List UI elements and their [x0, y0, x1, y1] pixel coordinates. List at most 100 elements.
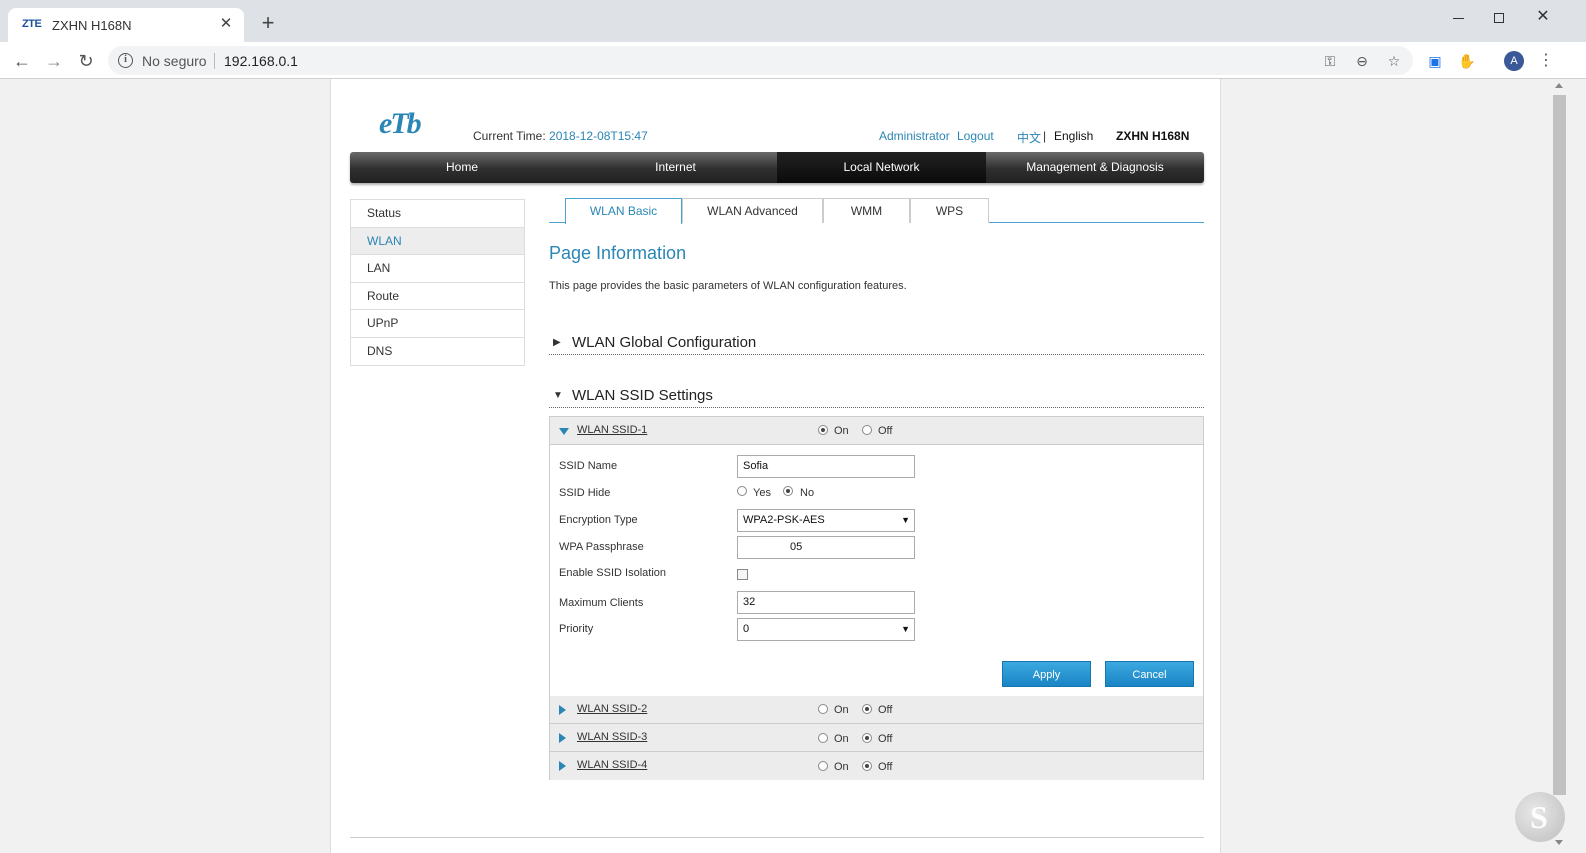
expand-triangle-icon[interactable]	[559, 733, 566, 743]
ssid-hide-no-radio[interactable]	[783, 486, 793, 496]
nav-management-diagnosis[interactable]: Management & Diagnosis	[986, 152, 1204, 183]
profile-avatar[interactable]: A	[1504, 51, 1524, 71]
section-wlan-global-config[interactable]: ▶ WLAN Global Configuration	[549, 325, 1204, 355]
expand-triangle-icon[interactable]	[559, 761, 566, 771]
browser-tab-bar: ZTE ZXHN H168N ✕ + ✕	[0, 0, 1586, 42]
ssid-row-2: WLAN SSID-2 On Off	[550, 696, 1203, 724]
nav-home[interactable]: Home	[350, 152, 574, 183]
tab-wlan-basic[interactable]: WLAN Basic	[565, 198, 682, 224]
section-title: WLAN SSID Settings	[572, 387, 713, 404]
ssid-name-input[interactable]: Sofia	[737, 455, 915, 478]
section-wlan-ssid-settings[interactable]: ▼ WLAN SSID Settings	[549, 378, 1204, 408]
priority-label: Priority	[559, 623, 594, 635]
ssid-isolation-checkbox[interactable]	[737, 569, 748, 580]
language-english-link[interactable]: English	[1054, 129, 1093, 143]
ssid-link[interactable]: WLAN SSID-3	[577, 731, 647, 743]
omnibox-divider	[214, 53, 215, 69]
ssid-off-radio[interactable]	[862, 733, 872, 743]
ssid-on-label: On	[834, 704, 849, 716]
browser-menu-icon[interactable]: ⋮	[1538, 50, 1554, 72]
new-tab-icon[interactable]: +	[258, 12, 278, 34]
expand-triangle-icon[interactable]	[559, 705, 566, 715]
ssid-link[interactable]: WLAN SSID-1	[577, 424, 647, 436]
scroll-down-icon[interactable]	[1555, 840, 1563, 845]
nav-internet[interactable]: Internet	[574, 152, 777, 183]
collapse-arrow-icon: ▼	[553, 390, 563, 401]
browser-tab[interactable]: ZTE ZXHN H168N ✕	[8, 8, 244, 42]
ssid-off-radio[interactable]	[862, 425, 872, 435]
tab-title: ZXHN H168N	[52, 18, 132, 33]
cast-extension-icon[interactable]: ▣	[1425, 51, 1445, 71]
minimize-icon	[1452, 17, 1464, 19]
dropdown-arrow-icon: ▼	[901, 624, 910, 634]
tab-wmm[interactable]: WMM	[823, 198, 910, 223]
window-maximize-button[interactable]	[1481, 6, 1517, 28]
ssid-on-label: On	[834, 761, 849, 773]
page-scrollbar[interactable]	[1551, 79, 1568, 853]
info-icon[interactable]: i	[118, 53, 133, 68]
zoom-icon[interactable]: ⊖	[1352, 51, 1372, 71]
ssid-on-radio[interactable]	[818, 761, 828, 771]
maximize-icon	[1494, 13, 1504, 24]
scroll-thumb[interactable]	[1553, 95, 1566, 795]
ssid-off-radio[interactable]	[862, 704, 872, 714]
not-secure-label[interactable]: No seguro	[142, 53, 207, 69]
collapse-triangle-icon[interactable]	[559, 428, 569, 435]
forward-arrow-icon[interactable]: →	[42, 49, 66, 73]
address-bar[interactable]: i No seguro 192.168.0.1 ⚿ ⊖ ☆	[108, 46, 1413, 75]
section-title: WLAN Global Configuration	[572, 334, 757, 351]
priority-value: 0	[743, 623, 750, 635]
sidebar-item-lan[interactable]: LAN	[351, 255, 524, 283]
current-time-row: Current Time: 2018-12-08T15:47	[473, 129, 648, 143]
ssid-link[interactable]: WLAN SSID-2	[577, 703, 647, 715]
scroll-up-icon[interactable]	[1555, 83, 1563, 88]
sidebar-item-status[interactable]: Status	[351, 200, 524, 228]
ssid-1-form: SSID Name Sofia SSID Hide Yes No Encrypt…	[550, 445, 1203, 696]
sidebar-item-wlan[interactable]: WLAN	[351, 227, 524, 255]
sidebar-item-upnp[interactable]: UPnP	[351, 310, 524, 338]
tab-wlan-advanced[interactable]: WLAN Advanced	[682, 198, 823, 223]
wpa-passphrase-input[interactable]: 05	[737, 536, 915, 559]
ssid-on-radio[interactable]	[818, 425, 828, 435]
window-close-button[interactable]: ✕	[1525, 6, 1561, 28]
ssid-on-radio[interactable]	[818, 704, 828, 714]
current-time-label: Current Time:	[473, 129, 550, 143]
dropdown-arrow-icon: ▼	[901, 515, 910, 525]
extension-icon[interactable]: ✋	[1457, 51, 1477, 71]
wpa-passphrase-label: WPA Passphrase	[559, 541, 644, 553]
cancel-button[interactable]: Cancel	[1105, 661, 1194, 687]
url-text[interactable]: 192.168.0.1	[224, 53, 298, 69]
tab-wps[interactable]: WPS	[910, 198, 989, 223]
encryption-type-select[interactable]: WPA2-PSK-AES ▼	[737, 509, 915, 532]
router-page: eTb Current Time: 2018-12-08T15:47 Admin…	[330, 79, 1221, 853]
ssid-off-radio[interactable]	[862, 761, 872, 771]
nav-local-network[interactable]: Local Network	[777, 152, 986, 183]
logout-link[interactable]: Logout	[957, 129, 994, 143]
ssid-off-label: Off	[878, 733, 893, 745]
ssid-hide-yes-label: Yes	[753, 487, 771, 499]
key-icon[interactable]: ⚿	[1320, 51, 1340, 71]
ssid-hide-no-label: No	[800, 487, 815, 499]
administrator-link[interactable]: Administrator	[879, 129, 950, 143]
ssid-off-label: Off	[878, 425, 893, 437]
back-arrow-icon[interactable]: ←	[10, 49, 34, 73]
bookmark-star-icon[interactable]: ☆	[1384, 51, 1404, 71]
ssid-hide-yes-radio[interactable]	[737, 486, 747, 496]
language-chinese-link[interactable]: 中文	[1017, 129, 1041, 146]
ssid-off-label: Off	[878, 704, 893, 716]
sidebar-item-dns[interactable]: DNS	[351, 337, 524, 365]
priority-select[interactable]: 0 ▼	[737, 618, 915, 641]
tab-close-icon[interactable]: ✕	[216, 14, 236, 34]
reload-icon[interactable]: ↻	[74, 49, 98, 73]
window-minimize-button[interactable]	[1440, 6, 1476, 28]
ssid-name-label: SSID Name	[559, 460, 618, 472]
ssid-list: WLAN SSID-1 On Off SSID Name Sofia SSID …	[549, 416, 1204, 780]
ssid-row-1: WLAN SSID-1 On Off	[550, 417, 1203, 445]
sidebar-item-route[interactable]: Route	[351, 282, 524, 310]
encryption-type-value: WPA2-PSK-AES	[743, 514, 825, 526]
max-clients-input[interactable]: 32	[737, 591, 915, 614]
ssid-link[interactable]: WLAN SSID-4	[577, 759, 647, 771]
zte-favicon-icon: ZTE	[22, 18, 42, 30]
ssid-on-radio[interactable]	[818, 733, 828, 743]
apply-button[interactable]: Apply	[1002, 661, 1091, 687]
